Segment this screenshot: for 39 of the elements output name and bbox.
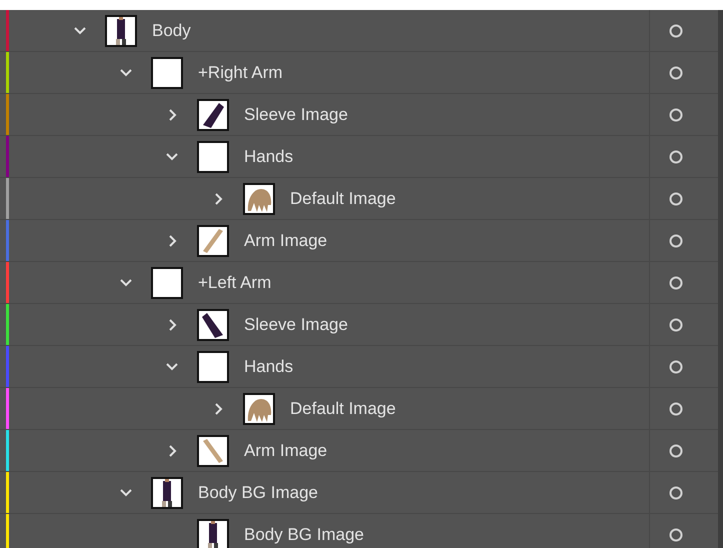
- layer-thumbnail[interactable]: [151, 476, 183, 508]
- visibility-circle-icon[interactable]: [669, 276, 683, 290]
- layer-name[interactable]: +Left Arm: [198, 272, 272, 292]
- layer-thumbnail[interactable]: [197, 224, 229, 256]
- layer-name[interactable]: Hands: [244, 356, 294, 376]
- visibility-circle-icon[interactable]: [669, 360, 683, 374]
- layer-thumbnail[interactable]: [243, 392, 275, 424]
- layer-name[interactable]: Sleeve Image: [244, 104, 348, 124]
- layer-name[interactable]: Sleeve Image: [244, 314, 348, 334]
- layer-thumbnail[interactable]: [151, 56, 183, 88]
- layer-name[interactable]: +Right Arm: [198, 62, 283, 82]
- layer-thumbnail[interactable]: [197, 140, 229, 172]
- visibility-circle-icon[interactable]: [669, 234, 683, 248]
- visibility-circle-icon[interactable]: [669, 192, 683, 206]
- visibility-circle-icon[interactable]: [669, 66, 683, 80]
- layer-thumbnail[interactable]: [151, 266, 183, 298]
- layer-thumbnail[interactable]: [197, 350, 229, 382]
- layer-name[interactable]: Body BG Image: [244, 524, 364, 544]
- layer-name[interactable]: Body: [152, 20, 191, 40]
- visibility-circle-icon[interactable]: [669, 402, 683, 416]
- layer-thumbnail[interactable]: [197, 98, 229, 130]
- visibility-circle-icon[interactable]: [669, 528, 683, 542]
- visibility-circle-icon[interactable]: [669, 108, 683, 122]
- layer-name[interactable]: Body BG Image: [198, 482, 318, 502]
- layer-thumbnail[interactable]: [197, 518, 229, 548]
- layer-name[interactable]: Default Image: [290, 398, 396, 418]
- visibility-circle-icon[interactable]: [669, 318, 683, 332]
- layer-name[interactable]: Arm Image: [244, 440, 328, 460]
- layer-thumbnail[interactable]: [197, 308, 229, 340]
- layer-thumbnail[interactable]: [197, 434, 229, 466]
- layer-name[interactable]: Default Image: [290, 188, 396, 208]
- layer-name[interactable]: Arm Image: [244, 230, 328, 250]
- visibility-circle-icon[interactable]: [669, 24, 683, 38]
- visibility-circle-icon[interactable]: [669, 150, 683, 164]
- visibility-circle-icon[interactable]: [669, 444, 683, 458]
- layer-thumbnail[interactable]: [243, 182, 275, 214]
- layer-thumbnail[interactable]: [105, 14, 137, 46]
- layer-name[interactable]: Hands: [244, 146, 294, 166]
- visibility-circle-icon[interactable]: [669, 486, 683, 500]
